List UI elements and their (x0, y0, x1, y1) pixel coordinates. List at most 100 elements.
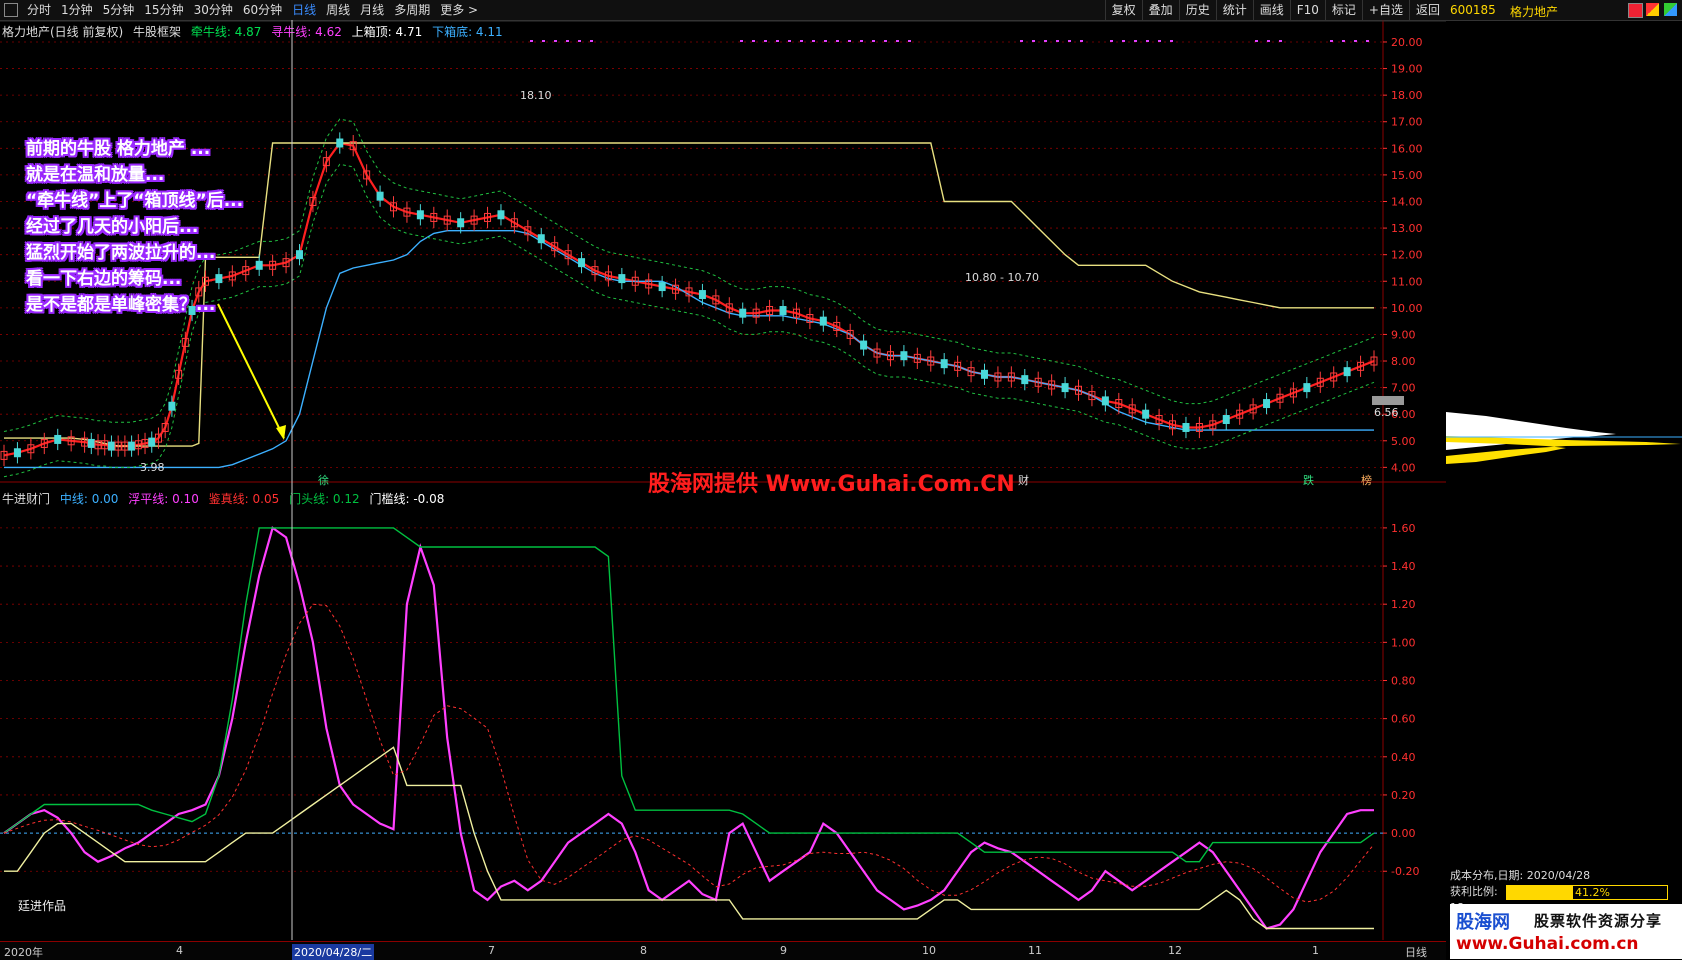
top-marker (872, 40, 875, 42)
top-marker (1020, 40, 1023, 42)
top-marker (1044, 40, 1047, 42)
cost-date: 2020/04/28 (1526, 869, 1591, 882)
candle-body (128, 441, 136, 451)
series-line (4, 746, 1374, 930)
candle-body (1142, 409, 1150, 419)
period-tag: 日线 (1405, 946, 1427, 959)
candle-body (819, 316, 827, 326)
date-axis: 2020年 4 2020/04/28/二 7 8 9 10 11 12 1 日线 (0, 941, 1446, 960)
tick-label: 11.00 (1391, 275, 1423, 288)
author-label: 廷进作品 (18, 899, 67, 913)
candle-body (537, 234, 545, 244)
annotation-line: 前期的牛股 格力地产 ... (26, 139, 211, 159)
candle-body (1263, 399, 1271, 409)
candle-body (148, 437, 156, 447)
slow-line (3, 603, 1375, 903)
tick-label: 16.00 (1391, 142, 1423, 155)
date-label: 12 (1168, 944, 1182, 957)
candle-body (658, 282, 666, 292)
top-marker (554, 40, 557, 42)
tick-label: 7.00 (1391, 382, 1416, 395)
signal-label: 榜 (1361, 473, 1372, 487)
signal-label: 徐 (318, 473, 329, 487)
candle-body (457, 218, 465, 228)
candle-body (618, 274, 626, 284)
chip-distribution (1446, 412, 1682, 464)
top-marker (1354, 40, 1357, 42)
tick-label: 12.00 (1391, 249, 1423, 262)
candle-body (54, 434, 62, 444)
tick-label: 15.00 (1391, 169, 1423, 182)
series-line (3, 527, 1375, 863)
stock-code: 600185 (1450, 3, 1496, 17)
date-label: 7 (488, 944, 495, 957)
tick-label: 19.00 (1391, 63, 1423, 76)
top-marker (530, 40, 533, 42)
top-marker (860, 40, 863, 42)
top-marker (1032, 40, 1035, 42)
candle-body (578, 258, 586, 268)
annotation-line: 看一下右边的筹码... (26, 269, 182, 289)
top-marker (896, 40, 899, 42)
top-marker (800, 40, 803, 42)
profit-ratio-label: 获利比例: (1450, 885, 1498, 898)
top-marker (812, 40, 815, 42)
tick-label: 0.80 (1391, 674, 1416, 687)
series-line (3, 526, 1374, 930)
chip-peak-lower (1446, 436, 1681, 464)
candle-body (1303, 383, 1311, 393)
top-marker (566, 40, 569, 42)
date-label: 9 (780, 944, 787, 957)
date-label: 8 (640, 944, 647, 957)
candle-body (860, 340, 868, 350)
annotation-line: 猛烈开始了两波拉升的... (26, 243, 216, 263)
tick-label: 20.00 (1391, 36, 1423, 49)
top-marker (740, 40, 743, 42)
tick-label: 18.00 (1391, 89, 1423, 102)
top-marker (908, 40, 911, 42)
logo-slogan: 股票软件资源分享 (1534, 912, 1663, 930)
profit-ratio-value: 41.2% (1575, 886, 1610, 899)
top-marker (1080, 40, 1083, 42)
last-price-marker (1372, 396, 1404, 405)
top-marker (1110, 40, 1113, 42)
top-marker (752, 40, 755, 42)
top-marker (824, 40, 827, 42)
tick-label: 0.20 (1391, 789, 1416, 802)
candle-body (168, 401, 176, 411)
top-marker (590, 40, 593, 42)
annotation-line: 经过了几天的小阳后... (26, 217, 199, 237)
candle-body (87, 438, 95, 448)
top-marker (884, 40, 887, 42)
top-marker (1330, 40, 1333, 42)
candle-body (980, 369, 988, 379)
top-marker (1170, 40, 1173, 42)
flag-icon[interactable] (1664, 3, 1677, 16)
candle-body (1343, 367, 1351, 377)
color-icon[interactable] (1646, 3, 1659, 16)
top-marker (776, 40, 779, 42)
candle-body (739, 308, 747, 318)
signal-label: 财 (1018, 473, 1029, 487)
date-label: 10 (922, 944, 936, 957)
cost-date-label: 成本分布,日期: (1450, 869, 1524, 882)
top-marker (1255, 40, 1258, 42)
tick-label: 8.00 (1391, 355, 1416, 368)
tick-label: 17.00 (1391, 116, 1423, 129)
profit-ratio-bar: 41.2% (1506, 885, 1668, 900)
tick-label: 1.20 (1391, 598, 1416, 611)
date-label: 2020年 (4, 946, 43, 959)
stock-header: 600185 格力地产 (1446, 0, 1682, 21)
tick-label: 0.00 (1391, 827, 1416, 840)
range-price-label: 10.80 - 10.70 (965, 271, 1039, 284)
chart-type-icon[interactable] (1628, 3, 1643, 18)
candle-body (497, 210, 505, 220)
logo-url: www.Guhai.com.cn (1456, 934, 1639, 954)
date-label: 1 (1312, 944, 1319, 957)
tick-label: 4.00 (1391, 461, 1416, 474)
tick-label: 9.00 (1391, 328, 1416, 341)
tick-label: 1.60 (1391, 522, 1416, 535)
top-marker (848, 40, 851, 42)
low-price-label: 3.98 (140, 461, 165, 474)
candle-body (1061, 383, 1069, 393)
